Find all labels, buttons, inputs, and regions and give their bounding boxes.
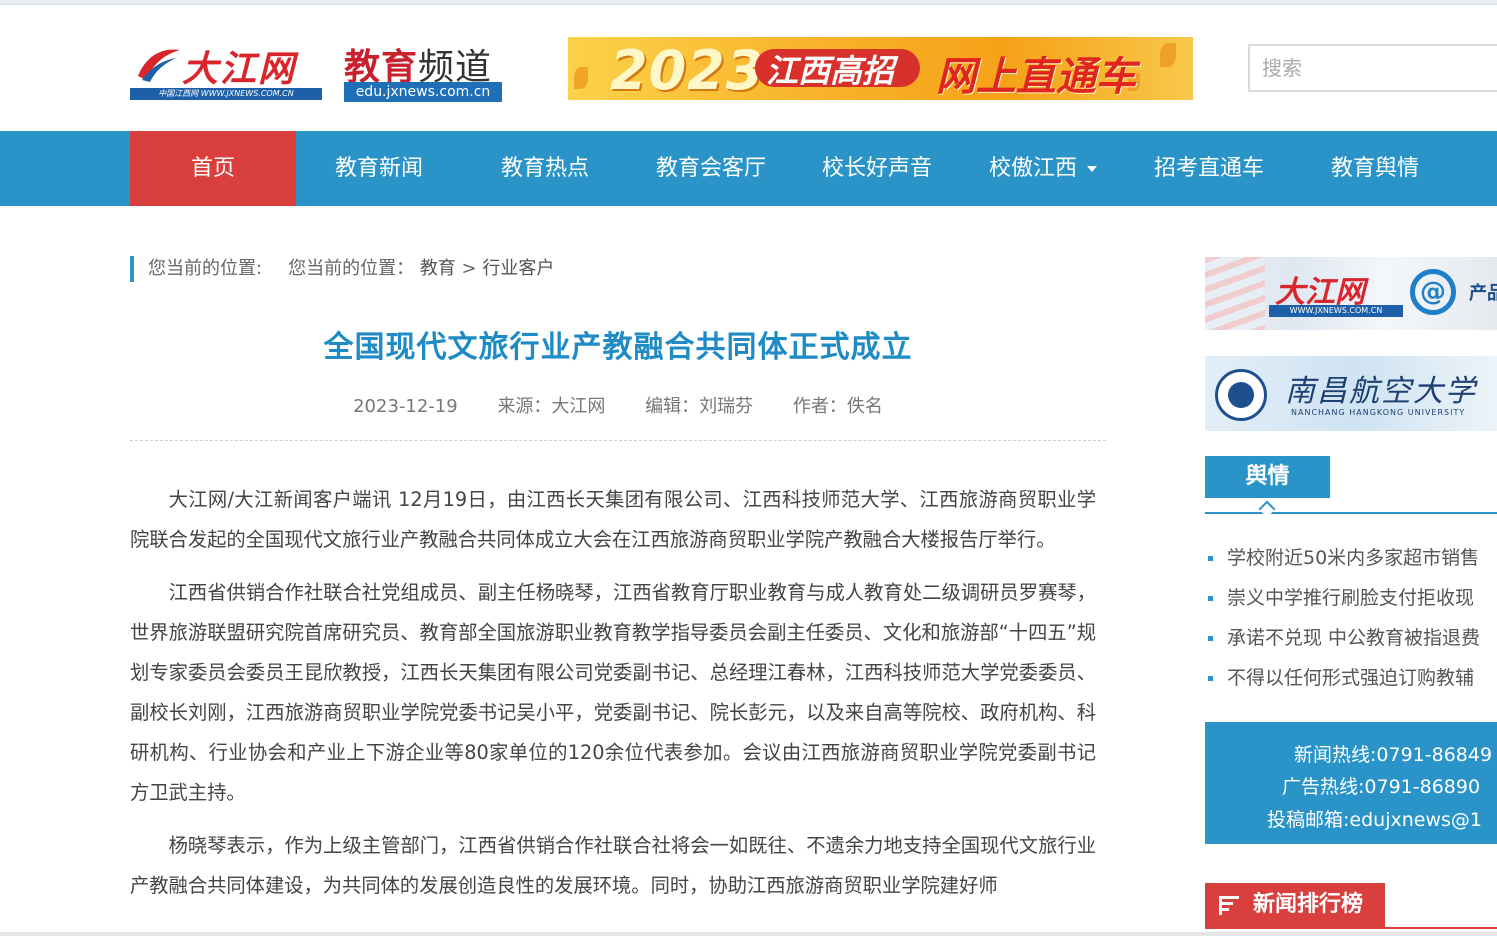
news-hotline: 新闻热线:0791-86849	[1294, 744, 1493, 766]
chevron-down-icon	[1087, 166, 1097, 172]
nav-item-principal-voice[interactable]: 校长好声音	[794, 131, 960, 206]
search-box[interactable]	[1248, 44, 1497, 92]
article-editor: 编辑：刘瑞芬	[645, 396, 754, 417]
djw-logo-url: 中国江西网 WWW.JXNEWS.COM.CN	[130, 88, 322, 100]
tab-opinion[interactable]: 舆情	[1205, 456, 1330, 498]
breadcrumb-prefix: 您当前的位置:	[148, 258, 263, 279]
opinion-news-list: 学校附近50米内多家超市销售 崇义中学推行刷脸支付拒收现 承诺不兑现 中公教育被…	[1205, 538, 1497, 698]
article-body: 大江网/大江新闻客户端讯 12月19日，由江西长天集团有限公司、江西科技师范大学…	[130, 480, 1096, 919]
nav-item-label: 校傲江西	[988, 156, 1077, 181]
news-ranking-label: 新闻排行榜	[1253, 892, 1364, 917]
article-paragraph: 江西省供销合作社联合社党组成员、副主任杨晓琴，江西省教育厅职业教育与成人教育处二…	[130, 581, 1096, 804]
nav-item-edu-lounge[interactable]: 教育会客厅	[628, 131, 794, 206]
ranking-list-icon	[1219, 896, 1239, 915]
news-link[interactable]: 承诺不兑现 中公教育被指退费	[1227, 627, 1480, 649]
article-meta: 2023-12-19 来源：大江网 编辑：刘瑞芬 作者：佚名	[130, 392, 1106, 418]
ad-hotline: 广告热线:0791-86890	[1282, 776, 1481, 798]
article-paragraph: 大江网/大江新闻客户端讯 12月19日，由江西长天集团有限公司、江西科技师范大学…	[130, 488, 1096, 551]
at-icon: @	[1410, 269, 1456, 315]
breadcrumb-link-edu[interactable]: 教育	[420, 258, 456, 279]
nav-item-label: 教育新闻	[334, 156, 423, 181]
nav-item-label: 首页	[190, 156, 235, 181]
leaf-decoration	[574, 67, 588, 89]
nav-item-edu-news[interactable]: 教育新闻	[296, 131, 462, 206]
article-title: 全国现代文旅行业产教融合共同体正式成立	[323, 330, 913, 365]
article-date: 2023-12-19	[353, 396, 458, 417]
gaokao-banner[interactable]: 2023 江西高招 网上直通车	[568, 37, 1193, 100]
news-link[interactable]: 崇义中学推行刷脸支付拒收现	[1227, 587, 1474, 609]
opinion-tab-header: 舆情	[1205, 456, 1497, 518]
djw-logo-name: 大江网	[182, 48, 297, 90]
nav-item-proud-jiangxi[interactable]: 校傲江西	[960, 131, 1126, 206]
ad-nchu-en: NANCHANG HANGKONG UNIVERSITY	[1291, 408, 1466, 417]
nav-item-edu-opinion[interactable]: 教育舆情	[1292, 131, 1458, 206]
article-source: 来源：大江网	[497, 396, 606, 417]
news-ranking-header[interactable]: 新闻排行榜	[1205, 883, 1385, 927]
edu-channel-logo[interactable]: 教育频道 edu.jxnews.com.cn	[344, 38, 504, 102]
nav-item-label: 教育舆情	[1330, 156, 1419, 181]
nav-item-label: 教育热点	[500, 156, 589, 181]
tab-notch	[1258, 500, 1276, 518]
hotline-box: 新闻热线:0791-86849 广告热线:0791-86890 投稿邮箱:edu…	[1205, 722, 1497, 844]
breadcrumb-link-industry[interactable]: 行业客户	[482, 258, 554, 279]
nav-item-label: 校长好声音	[821, 156, 932, 181]
main-nav: 首页 教育新闻 教育热点 教育会客厅 校长好声音 校傲江西 招考直通车 教育舆情	[0, 131, 1497, 206]
list-item: 崇义中学推行刷脸支付拒收现	[1205, 578, 1497, 618]
breadcrumb-prefix-2: 您当前的位置：	[288, 258, 415, 279]
nav-item-edu-hot[interactable]: 教育热点	[462, 131, 628, 206]
list-item: 学校附近50米内多家超市销售	[1205, 538, 1497, 578]
university-seal-icon	[1215, 369, 1267, 421]
breadcrumb: 您当前的位置: 您当前的位置： 教育 > 行业客户	[130, 256, 554, 282]
sidebar-ad-nchu[interactable]: 南昌航空大学 NANCHANG HANGKONG UNIVERSITY	[1205, 356, 1497, 431]
ad-nchu-name: 南昌航空大学	[1285, 374, 1477, 409]
banner-year: 2023	[610, 39, 765, 100]
list-item: 承诺不兑现 中公教育被指退费	[1205, 618, 1497, 658]
submission-email[interactable]: 投稿邮箱:edujxnews@1	[1267, 805, 1482, 832]
news-link[interactable]: 学校附近50米内多家超市销售	[1227, 547, 1479, 569]
news-link[interactable]: 不得以任何形式强迫订购教辅	[1227, 667, 1474, 689]
divider	[130, 440, 1106, 441]
search-input[interactable]	[1250, 46, 1497, 90]
leaf-decoration	[1160, 43, 1176, 67]
horizontal-scrollbar[interactable]	[0, 932, 1497, 936]
banner-text-jiangxi: 江西高招	[766, 52, 895, 90]
article-author: 作者：佚名	[792, 396, 883, 417]
ad-djw-url: WWW.JXNEWS.COM.CN	[1269, 305, 1403, 317]
ad-djw-product: 产品	[1469, 283, 1497, 304]
breadcrumb-separator: >	[461, 258, 477, 279]
nav-item-home[interactable]: 首页	[130, 131, 296, 206]
top-border	[0, 0, 1497, 5]
nav-item-label: 教育会客厅	[655, 156, 766, 181]
djw-logo-swoosh-icon	[138, 49, 180, 82]
article-paragraph: 杨晓琴表示，作为上级主管部门，江西省供销合作社联合社将会一如既往、不遗余力地支持…	[130, 834, 1096, 897]
ranking-divider	[1205, 927, 1497, 929]
nav-item-label: 招考直通车	[1153, 156, 1264, 181]
djw-logo[interactable]: 大江网 中国江西网 WWW.JXNEWS.COM.CN	[130, 38, 322, 100]
sidebar-ad-djw[interactable]: 大江网 WWW.JXNEWS.COM.CN @ 产品	[1205, 257, 1497, 330]
nav-item-exam-express[interactable]: 招考直通车	[1126, 131, 1292, 206]
edu-channel-url: edu.jxnews.com.cn	[344, 82, 502, 102]
ad-image-decoration	[1205, 257, 1265, 330]
banner-text-online: 网上直通车	[936, 54, 1136, 100]
list-item: 不得以任何形式强迫订购教辅	[1205, 658, 1497, 698]
